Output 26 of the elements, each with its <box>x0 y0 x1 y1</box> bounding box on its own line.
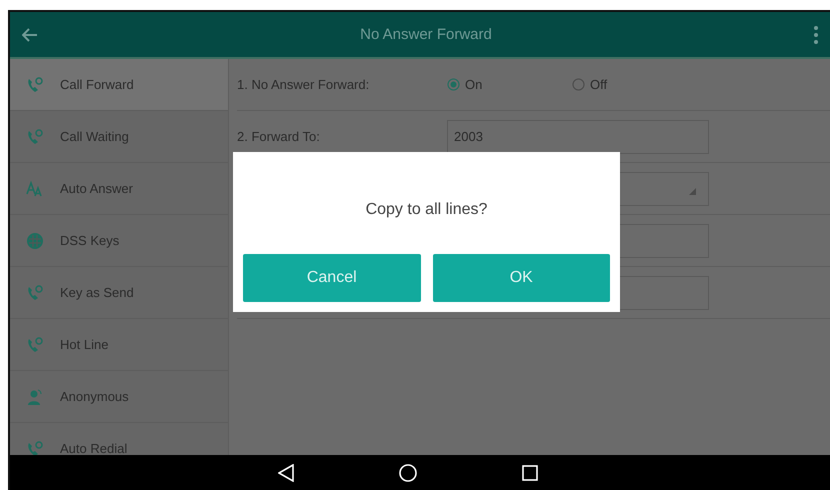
menu-icon[interactable] <box>814 24 818 44</box>
person-signal-icon <box>26 388 44 406</box>
field-label: 2. Forward To: <box>237 129 321 144</box>
sidebar-item[interactable]: Anonymous <box>10 371 228 423</box>
home-circle-icon[interactable] <box>398 464 416 482</box>
letters-icon <box>26 180 44 198</box>
sidebar-item[interactable]: DSS Keys <box>10 215 228 267</box>
sidebar-item[interactable]: Hot Line <box>10 319 228 371</box>
dialog-button[interactable]: Cancel <box>243 254 420 302</box>
radio-icon <box>572 78 585 91</box>
grid-circle-icon <box>26 232 44 250</box>
sidebar-item[interactable]: Call Waiting <box>10 111 228 163</box>
dropdown-corner-icon <box>689 188 696 194</box>
radio-option[interactable]: On <box>447 77 572 92</box>
sidebar-item[interactable]: Call Forward <box>10 59 228 111</box>
recents-square-icon[interactable] <box>522 464 538 480</box>
back-triangle-icon[interactable] <box>278 464 294 482</box>
radio-option[interactable]: Off <box>572 77 697 92</box>
dialog-message: Copy to all lines? <box>366 200 488 219</box>
sidebar-item[interactable]: Key as Send <box>10 267 228 319</box>
radio-icon <box>447 78 460 91</box>
field-label: 1. No Answer Forward: <box>237 77 370 92</box>
sidebar-item[interactable]: Auto Answer <box>10 163 228 215</box>
screen-title: No Answer Forward <box>359 26 493 43</box>
dialog-button[interactable]: OK <box>432 254 610 302</box>
back-arrow-icon[interactable] <box>22 28 38 42</box>
